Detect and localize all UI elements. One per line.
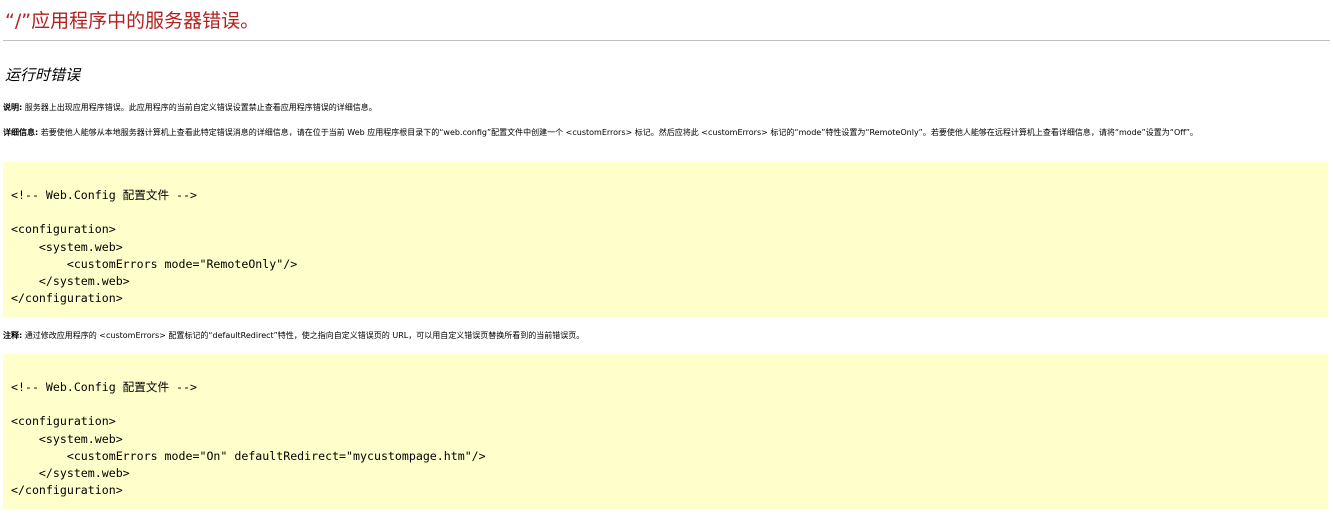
code-line: <system.web> bbox=[11, 431, 123, 446]
code-block-2-text: <!-- Web.Config 配置文件 --> <configuration>… bbox=[11, 379, 1320, 499]
code-line: <customErrors mode="RemoteOnly"/> bbox=[11, 256, 298, 271]
details-label: 详细信息: bbox=[3, 128, 39, 137]
code-line: <!-- Web.Config 配置文件 --> bbox=[11, 188, 197, 202]
note-paragraph: 注释: 通过修改应用程序的 <customErrors> 配置标记的“defau… bbox=[3, 330, 1328, 341]
config-code-block-2: <!-- Web.Config 配置文件 --> <configuration>… bbox=[3, 354, 1328, 509]
page-title: “/”应用程序中的服务器错误。 bbox=[5, 10, 260, 32]
code-line: <configuration> bbox=[11, 222, 116, 237]
error-subtitle: 运行时错误 bbox=[5, 66, 81, 84]
code-line: </configuration> bbox=[11, 291, 123, 306]
details-paragraph: 详细信息: 若要使他人能够从本地服务器计算机上查看此特定错误消息的详细信息，请在… bbox=[3, 127, 1328, 138]
code-line: </configuration> bbox=[11, 483, 123, 498]
code-block-1-text: <!-- Web.Config 配置文件 --> <configuration>… bbox=[11, 187, 1320, 307]
code-line: <configuration> bbox=[11, 414, 116, 429]
details-text: 若要使他人能够从本地服务器计算机上查看此特定错误消息的详细信息，请在位于当前 W… bbox=[38, 128, 1198, 137]
code-line: <system.web> bbox=[11, 239, 123, 254]
description-text: 服务器上出现应用程序错误。此应用程序的当前自定义错误设置禁止查看应用程序错误的详… bbox=[22, 103, 377, 112]
description-label: 说明: bbox=[3, 103, 23, 112]
code-line: </system.web> bbox=[11, 466, 130, 481]
note-label: 注释: bbox=[3, 331, 23, 340]
code-line: <!-- Web.Config 配置文件 --> bbox=[11, 380, 197, 394]
code-line: </system.web> bbox=[11, 274, 130, 289]
config-code-block-1: <!-- Web.Config 配置文件 --> <configuration>… bbox=[3, 162, 1328, 317]
title-divider bbox=[3, 40, 1330, 41]
code-line: <customErrors mode="On" defaultRedirect=… bbox=[11, 448, 486, 463]
description-paragraph: 说明: 服务器上出现应用程序错误。此应用程序的当前自定义错误设置禁止查看应用程序… bbox=[3, 102, 1328, 113]
note-text: 通过修改应用程序的 <customErrors> 配置标记的“defaultRe… bbox=[22, 331, 585, 340]
